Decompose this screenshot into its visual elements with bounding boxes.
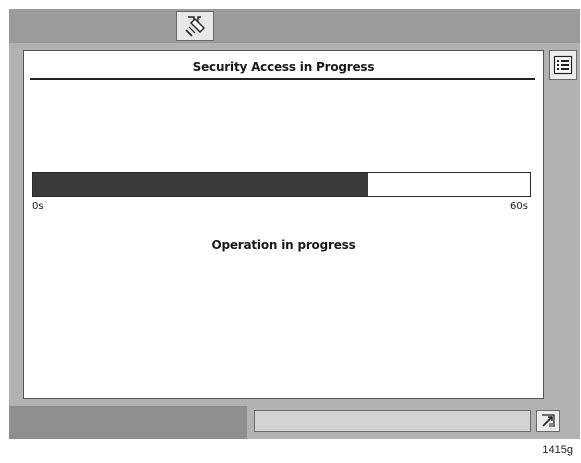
progress-min-label: 0s: [32, 201, 44, 212]
menu-button[interactable]: [549, 50, 577, 80]
top-toolbar: [9, 9, 580, 43]
diagnostic-tool-icon: [185, 16, 205, 37]
panel-title: Security Access in Progress: [192, 60, 375, 74]
title-divider: [30, 78, 535, 80]
content-panel: Security Access in Progress 0s 60s Opera…: [23, 50, 544, 399]
status-field: [254, 410, 531, 432]
progress-fill: [33, 173, 369, 196]
app-window: Security Access in Progress 0s 60s Opera…: [9, 9, 580, 439]
diagnostic-tool-button[interactable]: [176, 11, 214, 41]
exit-icon: [542, 414, 555, 427]
bottom-left-bar: [9, 406, 247, 439]
list-menu-icon: [553, 55, 573, 75]
progress-max-label: 60s: [510, 201, 528, 212]
progress-bar: [32, 172, 531, 197]
exit-button[interactable]: [536, 410, 560, 432]
figure-code: 1415g: [542, 444, 573, 456]
status-message: Operation in progress: [211, 238, 356, 252]
